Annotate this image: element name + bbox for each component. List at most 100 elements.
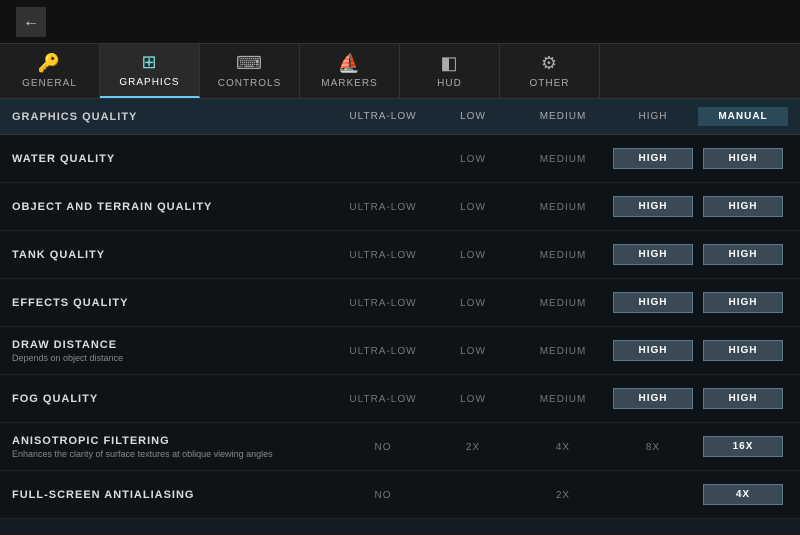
btn-3-medium[interactable]: MEDIUM [523,294,603,313]
btn-0-selected[interactable]: HIGH [703,148,783,169]
col-4-ultralow: ULTRA-LOW [338,341,428,361]
col-5-manual: HIGH [698,388,788,409]
controls-icon: ⌨ [236,53,263,74]
col-5-medium: MEDIUM [518,389,608,409]
col-aniso-2X: 2X [428,437,518,457]
btn-aniso-16X[interactable]: 16X [703,436,783,457]
btn-2-low[interactable]: LOW [433,246,513,265]
setting-info-3: EFFECTS QUALITY [12,297,338,309]
btn-2-medium[interactable]: MEDIUM [523,246,603,265]
btn-aniso-NO[interactable]: NO [343,438,423,457]
btn-aniso-4X[interactable]: 4X [523,438,603,457]
btn-5-low[interactable]: LOW [433,390,513,409]
col-4-low: LOW [428,341,518,361]
tab-label-hud: HUD [437,78,462,89]
col-0-medium: MEDIUM [518,149,608,169]
quality-col-high[interactable]: HIGH [608,111,698,122]
btn-fs-4X[interactable]: 4X [703,484,783,505]
btn-2-selected[interactable]: HIGH [703,244,783,265]
title-bar: ← [0,0,800,44]
table-row: OBJECT AND TERRAIN QUALITY ULTRA-LOW LOW ME… [0,183,800,231]
col-3-ultralow: ULTRA-LOW [338,293,428,313]
col-2-low: LOW [428,245,518,265]
col-fs-4: 4X [698,484,788,505]
btn-5-medium[interactable]: MEDIUM [523,390,603,409]
graphics-quality-label: GRAPHICS QUALITY [12,111,338,123]
btn-4-ultralow[interactable]: ULTRA-LOW [343,342,423,361]
btn-1-medium[interactable]: MEDIUM [523,198,603,217]
btn-1-selected[interactable]: HIGH [703,196,783,217]
btn-fs-NO[interactable]: NO [343,486,423,505]
tab-general[interactable]: 🔑 GENERAL [0,44,100,98]
setting-info-5: FOG QUALITY [12,393,338,405]
title-left: ← [16,7,58,37]
btn-5-selected[interactable]: HIGH [703,388,783,409]
table-row: WATER QUALITY LOW MEDIUM HIGH HIGH [0,135,800,183]
quality-col-medium[interactable]: MEDIUM [518,111,608,122]
btn-aniso-2X[interactable]: 2X [433,438,513,457]
btn-fs-2X[interactable]: 2X [523,486,603,505]
graphics-icon: ⊞ [141,52,157,73]
btn-1-ultralow[interactable]: ULTRA-LOW [343,198,423,217]
table-row: ANISOTROPIC FILTERINGEnhances the clarit… [0,423,800,471]
setting-info-1: OBJECT AND TERRAIN QUALITY [12,201,338,213]
btn-5-high[interactable]: HIGH [613,388,693,409]
col-2-high: HIGH [608,244,698,265]
col-2-manual: HIGH [698,244,788,265]
col-1-medium: MEDIUM [518,197,608,217]
btn-4-high[interactable]: HIGH [613,340,693,361]
tab-other[interactable]: ⚙ OTHER [500,44,600,98]
tab-graphics[interactable]: ⊞ GRAPHICS [100,44,200,98]
btn-1-high[interactable]: HIGH [613,196,693,217]
quality-col-low[interactable]: LOW [428,111,518,122]
col-3-high: HIGH [608,292,698,313]
markers-icon: ⛵ [338,53,361,74]
btn-0-high[interactable]: HIGH [613,148,693,169]
table-row: FOG QUALITY ULTRA-LOW LOW MEDIUM HIGH HIGH [0,375,800,423]
back-button[interactable]: ← [16,7,46,37]
other-icon: ⚙ [541,53,558,74]
btn-aniso-8X[interactable]: 8X [613,438,693,457]
col-aniso-16X: 16X [698,436,788,457]
col-0-high: HIGH [608,148,698,169]
col-1-manual: HIGH [698,196,788,217]
btn-4-selected[interactable]: HIGH [703,340,783,361]
setting-info-0: WATER QUALITY [12,153,338,165]
btn-3-ultralow[interactable]: ULTRA-LOW [343,294,423,313]
col-fs-2: 2X [518,485,608,505]
tab-markers[interactable]: ⛵ MARKERS [300,44,400,98]
table-row: TANK QUALITYULTRA-LOWLOWMEDIUMHIGHHIGH [0,231,800,279]
quality-col-ultralow[interactable]: ULTRA-LOW [338,111,428,122]
btn-2-high[interactable]: HIGH [613,244,693,265]
tab-label-markers: MARKERS [321,78,377,89]
btn-4-medium[interactable]: MEDIUM [523,342,603,361]
setting-name-5: FOG QUALITY [12,393,338,405]
tab-controls[interactable]: ⌨ CONTROLS [200,44,300,98]
btn-3-low[interactable]: LOW [433,294,513,313]
table-row: DRAW DISTANCEDepends on object distance U… [0,327,800,375]
setting-info-6: ANISOTROPIC FILTERINGEnhances the clarit… [12,435,338,459]
col-1-high: HIGH [608,196,698,217]
tab-hud[interactable]: ◧ HUD [400,44,500,98]
tab-label-general: GENERAL [22,78,77,89]
btn-2-ultralow[interactable]: ULTRA-LOW [343,246,423,265]
setting-sub-4: Depends on object distance [12,353,338,363]
col-aniso-8X: 8X [608,437,698,457]
col-4-medium: MEDIUM [518,341,608,361]
quality-col-manual[interactable]: MANUAL [698,107,788,126]
col-0-manual: HIGH [698,148,788,169]
col-0-low: LOW [428,149,518,169]
btn-0-medium[interactable]: MEDIUM [523,150,603,169]
col-2-medium: MEDIUM [518,245,608,265]
btn-4-low[interactable]: LOW [433,342,513,361]
btn-3-high[interactable]: HIGH [613,292,693,313]
col-3-low: LOW [428,293,518,313]
settings-content: GRAPHICS QUALITYULTRA-LOWLOWMEDIUMHIGHMA… [0,99,800,534]
settings-rows: WATER QUALITYLOWMEDIUMHIGHHIGHOBJECT AND… [0,135,800,519]
setting-info-4: DRAW DISTANCEDepends on object distance [12,339,338,363]
btn-1-low[interactable]: LOW [433,198,513,217]
tab-label-other: OTHER [530,78,570,89]
btn-3-selected[interactable]: HIGH [703,292,783,313]
btn-0-low[interactable]: LOW [433,150,513,169]
btn-5-ultralow[interactable]: ULTRA-LOW [343,390,423,409]
